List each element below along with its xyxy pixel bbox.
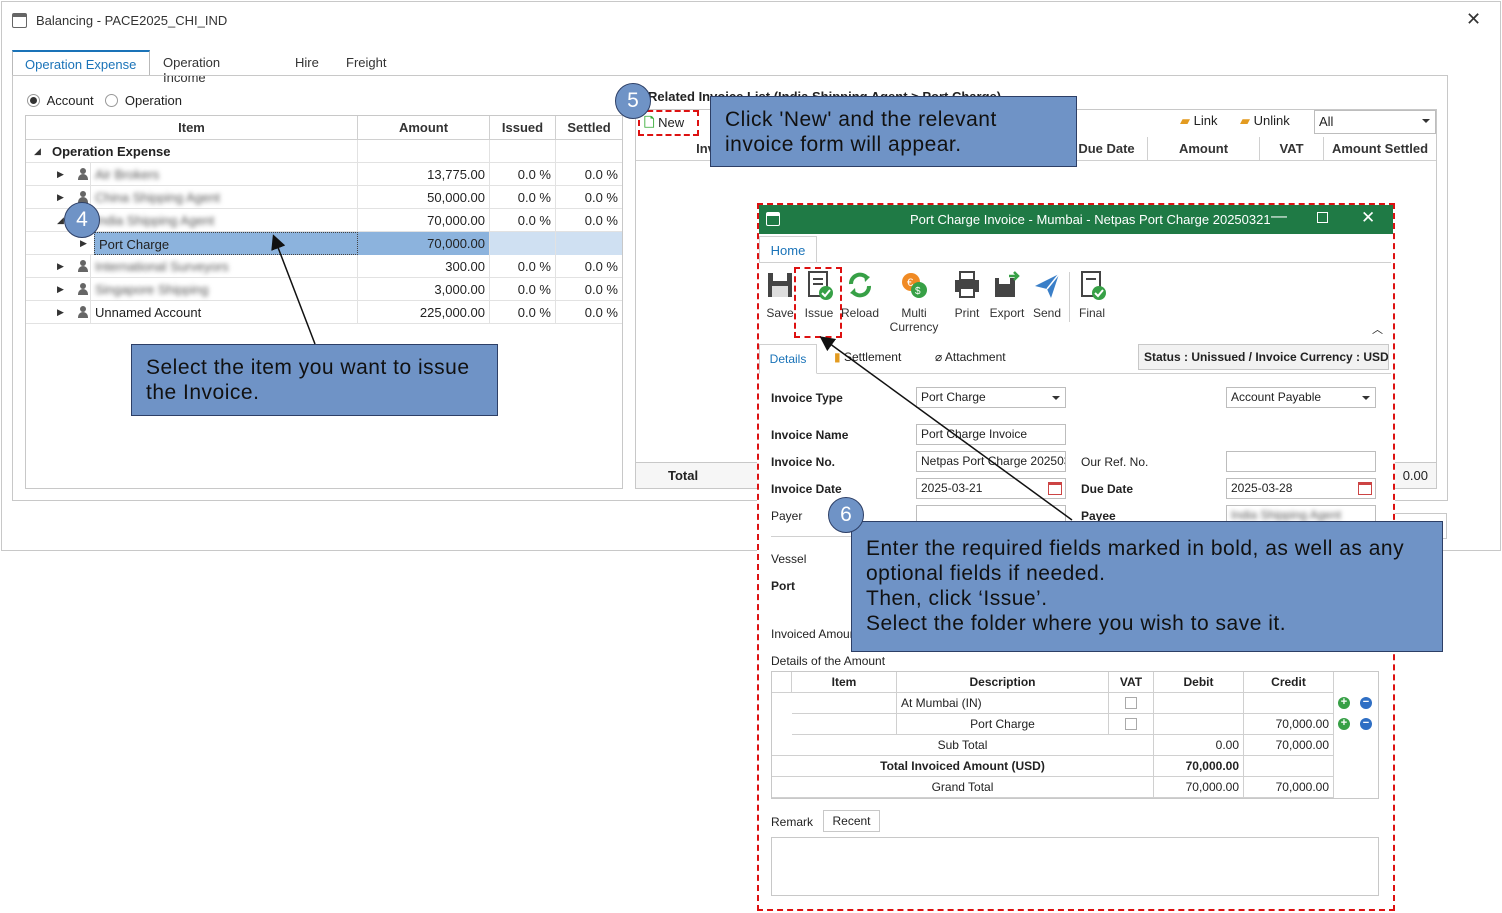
arrow-to-issue — [819, 336, 1073, 521]
arrow-to-port-charge — [271, 234, 316, 345]
pointer-arrows — [271, 234, 1073, 521]
